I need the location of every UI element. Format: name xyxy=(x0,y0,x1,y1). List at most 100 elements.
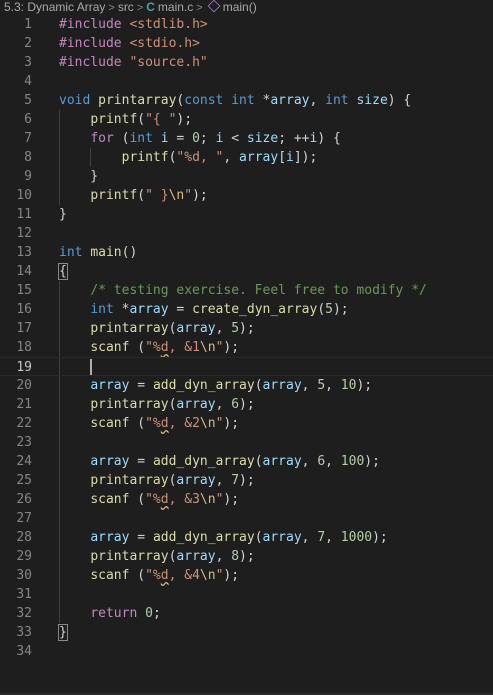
code-line[interactable]: 33} xyxy=(0,623,493,642)
code-token: array xyxy=(176,397,216,412)
code-text[interactable]: array = add_dyn_array(array, 5, 10); xyxy=(59,376,372,395)
code-token: add_dyn_array xyxy=(152,454,255,469)
code-line[interactable]: 2 #include <stdio.h> xyxy=(0,34,493,53)
code-text[interactable]: array = add_dyn_array(array, 6, 100); xyxy=(59,452,380,471)
code-line[interactable]: 26 scanf ("%d, &3\n"); xyxy=(0,490,493,509)
code-token: ); xyxy=(223,340,240,355)
code-token: int xyxy=(325,93,357,108)
code-text[interactable]: array = add_dyn_array(array, 7, 1000); xyxy=(59,528,387,547)
code-line[interactable]: 23 xyxy=(0,433,493,452)
code-text[interactable]: printarray(array, 7); xyxy=(59,471,254,490)
breadcrumb-symbol[interactable]: main() xyxy=(223,0,257,14)
code-line[interactable]: 7 for (int i = 0; i < size; ++i) { xyxy=(0,129,493,148)
code-text[interactable]: for (int i = 0; i < size; ++i) { xyxy=(59,129,341,148)
code-text[interactable]: printarray(array, 6); xyxy=(59,395,254,414)
code-token: return xyxy=(90,606,146,621)
code-text[interactable]: scanf ("%d, &2\n"); xyxy=(59,414,239,433)
code-token: , xyxy=(325,530,341,545)
code-line[interactable]: 9 } xyxy=(0,167,493,186)
line-number: 15 xyxy=(16,283,32,298)
chevron-right-icon: > xyxy=(108,2,115,14)
code-token: , xyxy=(325,454,341,469)
code-line[interactable]: 27 xyxy=(0,509,493,528)
code-token: ); xyxy=(192,188,208,203)
code-token: \n xyxy=(199,568,216,583)
code-line[interactable]: 14 { xyxy=(0,262,493,281)
code-token: ( xyxy=(129,416,146,431)
code-line[interactable]: 13 int main() xyxy=(0,243,493,262)
code-text[interactable]: printf("%d, ", array[i]); xyxy=(59,148,318,167)
code-token: ( xyxy=(129,340,146,355)
code-text[interactable]: int *array = create_dyn_array(5); xyxy=(59,300,348,319)
code-lines[interactable]: 1 #include <stdlib.h> 2 #include <stdio.h> 3… xyxy=(0,15,493,661)
line-number: 10 xyxy=(16,188,32,203)
code-token: , xyxy=(325,378,341,393)
code-line[interactable]: 15 /* testing exercise. Feel free to mod… xyxy=(0,281,493,300)
code-token: } xyxy=(58,624,68,641)
code-text[interactable]: void printarray(const int *array, int si… xyxy=(59,91,411,110)
code-line[interactable]: 17 printarray(array, 5); xyxy=(0,319,493,338)
code-line[interactable]: 10 printf(" }\n"); xyxy=(0,186,493,205)
code-text[interactable]: /* testing exercise. Feel free to modify… xyxy=(59,281,427,300)
code-text[interactable]: int main() xyxy=(59,243,137,262)
code-line[interactable]: 32 return 0; xyxy=(0,604,493,623)
code-token: create_dyn_array xyxy=(192,302,318,317)
breadcrumb-folder[interactable]: 5.3: Dynamic Array xyxy=(4,0,105,14)
code-line[interactable]: 30 scanf ("%d, &4\n"); xyxy=(0,566,493,585)
code-text[interactable]: { xyxy=(58,262,68,281)
code-line[interactable]: 29 printarray(array, 8); xyxy=(0,547,493,566)
code-text[interactable]: printarray(array, 5); xyxy=(59,319,254,338)
code-line[interactable]: 1 #include <stdlib.h> xyxy=(0,15,493,34)
code-token: ; xyxy=(152,606,161,621)
code-line[interactable]: 20 array = add_dyn_array(array, 5, 10); xyxy=(0,376,493,395)
line-number: 14 xyxy=(16,264,32,279)
code-text[interactable]: scanf ("%d, &1\n"); xyxy=(59,338,239,357)
code-line[interactable]: 5 void printarray(const int *array, int s… xyxy=(0,91,493,110)
breadcrumb-src[interactable]: src xyxy=(118,0,134,14)
code-line[interactable]: 4 xyxy=(0,72,493,91)
code-text[interactable]: #include <stdio.h> xyxy=(59,34,200,53)
code-text[interactable]: } xyxy=(58,623,68,642)
code-text[interactable]: printf("{ "); xyxy=(59,110,192,129)
code-line[interactable]: 24 array = add_dyn_array(array, 6, 100); xyxy=(0,452,493,471)
code-text[interactable]: #include "source.h" xyxy=(59,53,208,72)
code-line[interactable]: 12 xyxy=(0,224,493,243)
code-line[interactable]: 18 scanf ("%d, &1\n"); xyxy=(0,338,493,357)
code-token: add_dyn_array xyxy=(152,378,255,393)
code-line[interactable]: 19 xyxy=(0,357,493,376)
code-text[interactable]: printf(" }\n"); xyxy=(59,186,208,205)
code-token: printarray xyxy=(90,473,169,488)
code-token: 5 xyxy=(317,378,326,393)
code-token: = xyxy=(168,131,193,146)
code-line[interactable]: 34 xyxy=(0,642,493,661)
code-line[interactable]: 22 scanf ("%d, &2\n"); xyxy=(0,414,493,433)
code-text[interactable]: return 0; xyxy=(59,604,161,623)
code-line[interactable]: 21 printarray(array, 6); xyxy=(0,395,493,414)
code-token: , xyxy=(301,378,318,393)
code-token: { xyxy=(58,263,68,280)
code-text[interactable]: printarray(array, 8); xyxy=(59,547,254,566)
code-line[interactable]: 6 printf("{ "); xyxy=(0,110,493,129)
code-line[interactable]: 11} xyxy=(0,205,493,224)
code-text[interactable]: #include <stdlib.h> xyxy=(59,15,208,34)
code-token: , &1 xyxy=(168,340,200,355)
chevron-right-icon: > xyxy=(136,2,144,14)
code-text[interactable]: scanf ("%d, &4\n"); xyxy=(59,566,239,585)
code-text[interactable]: } xyxy=(59,205,67,224)
code-token: 10 xyxy=(340,378,357,393)
text-cursor xyxy=(90,359,92,375)
code-line[interactable]: 3 #include "source.h" xyxy=(0,53,493,72)
code-line[interactable]: 25 printarray(array, 7); xyxy=(0,471,493,490)
code-line[interactable]: 8 printf("%d, ", array[i]); xyxy=(0,148,493,167)
code-line[interactable]: 28 array = add_dyn_array(array, 7, 1000)… xyxy=(0,528,493,547)
code-editor[interactable]: 5.3: Dynamic Array > src > Cmain.c > main() 1 #… xyxy=(0,0,493,695)
code-text[interactable]: } xyxy=(59,167,98,186)
code-text[interactable]: scanf ("%d, &3\n"); xyxy=(59,490,239,509)
code-line[interactable]: 16 int *array = create_dyn_array(5); xyxy=(0,300,493,319)
code-token: add_dyn_array xyxy=(152,530,255,545)
breadcrumb-file[interactable]: main.c xyxy=(158,0,193,14)
code-line[interactable]: 31 xyxy=(0,585,493,604)
